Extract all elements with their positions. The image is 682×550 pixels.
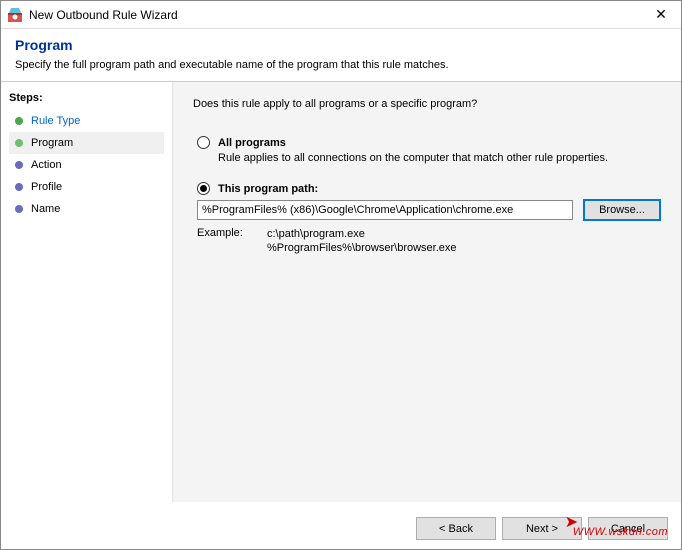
page-subtitle: Specify the full program path and execut… xyxy=(15,59,667,71)
steps-sidebar: Steps: Rule Type Program Action Profile … xyxy=(1,82,173,502)
step-bullet-icon xyxy=(15,161,23,169)
option-path-label: This program path: xyxy=(218,183,318,195)
step-label: Action xyxy=(31,159,62,171)
step-profile[interactable]: Profile xyxy=(9,176,164,198)
option-this-program-path[interactable]: This program path: Browse... Example: c:… xyxy=(197,182,661,256)
example-label: Example: xyxy=(197,227,267,256)
next-button[interactable]: Next > xyxy=(502,517,582,540)
firewall-icon xyxy=(7,7,23,23)
step-label: Name xyxy=(31,203,60,215)
step-bullet-icon xyxy=(15,139,23,147)
step-bullet-icon xyxy=(15,205,23,213)
step-label: Profile xyxy=(31,181,62,193)
cancel-button[interactable]: Cancel xyxy=(588,517,668,540)
back-button[interactable]: < Back xyxy=(416,517,496,540)
wizard-footer: < Back Next > Cancel xyxy=(416,517,668,540)
step-label: Rule Type xyxy=(31,115,80,127)
step-rule-type[interactable]: Rule Type xyxy=(9,110,164,132)
program-path-input[interactable] xyxy=(197,200,573,220)
radio-icon[interactable] xyxy=(197,136,210,149)
option-all-label: All programs xyxy=(218,137,286,149)
example-values: c:\path\program.exe %ProgramFiles%\brows… xyxy=(267,227,457,256)
page-header: Program Specify the full program path an… xyxy=(1,29,681,81)
radio-icon[interactable] xyxy=(197,182,210,195)
example-line: %ProgramFiles%\browser\browser.exe xyxy=(267,241,457,255)
titlebar: New Outbound Rule Wizard ✕ xyxy=(1,1,681,29)
step-action[interactable]: Action xyxy=(9,154,164,176)
step-bullet-icon xyxy=(15,117,23,125)
step-bullet-icon xyxy=(15,183,23,191)
question-text: Does this rule apply to all programs or … xyxy=(193,98,661,110)
page-title: Program xyxy=(15,37,667,53)
browse-button[interactable]: Browse... xyxy=(583,199,661,221)
option-all-programs[interactable]: All programs Rule applies to all connect… xyxy=(197,136,661,164)
step-name[interactable]: Name xyxy=(9,198,164,220)
example-line: c:\path\program.exe xyxy=(267,227,457,241)
close-button[interactable]: ✕ xyxy=(641,6,681,23)
option-all-desc: Rule applies to all connections on the c… xyxy=(218,152,661,164)
step-label: Program xyxy=(31,137,73,149)
step-program[interactable]: Program xyxy=(9,132,164,154)
window-title: New Outbound Rule Wizard xyxy=(29,8,641,22)
steps-title: Steps: xyxy=(9,92,164,104)
main-panel: Does this rule apply to all programs or … xyxy=(173,82,681,502)
